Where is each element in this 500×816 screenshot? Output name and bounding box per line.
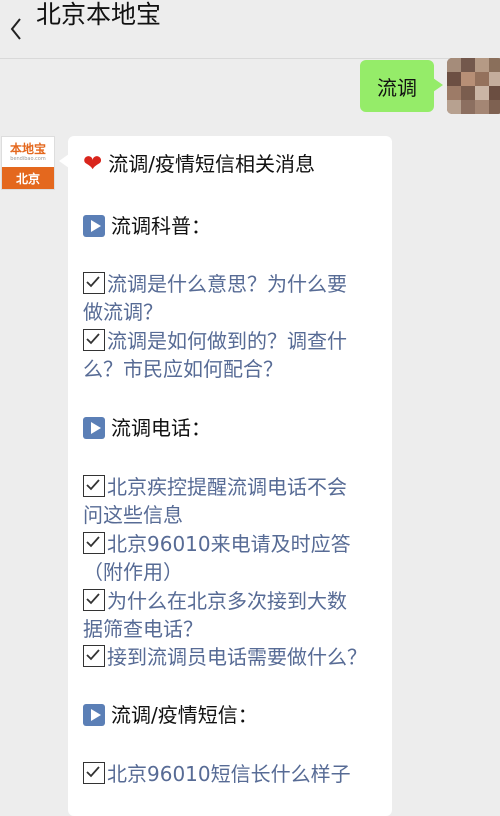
list-item[interactable]: 流调是如何做到的？调查什 [83,327,373,355]
received-message: ❤ 流调/疫情短信相关消息 流调科普： 流调是什么意思？为什么要 做流调？ 流调… [59,136,392,816]
back-button[interactable] [4,14,28,44]
logo-text: 本地宝 [9,141,46,156]
section-heading: 流调电话： [83,414,373,442]
link-text[interactable]: 流调是什么意思？为什么要 [107,272,347,296]
link-text[interactable]: 做流调？ [83,300,163,324]
play-icon [83,417,105,439]
checkbox-icon [83,329,105,351]
list-item-cont[interactable]: 做流调？ [83,298,373,326]
link-text[interactable]: 北京96010来电请及时应答 [107,532,351,556]
checkbox-icon [83,475,105,497]
heart-icon: ❤ [83,151,103,177]
link-text[interactable]: 北京疾控提醒流调电话不会 [107,475,347,499]
list-item[interactable]: 流调是什么意思？为什么要 [83,270,373,298]
play-icon [83,215,105,237]
list-item[interactable]: 北京疾控提醒流调电话不会 [83,473,373,501]
section-heading: 流调/疫情短信： [83,701,373,729]
sent-bubble[interactable]: 流调 [360,60,443,112]
section-heading: 流调科普： [83,212,373,240]
chevron-left-icon [10,18,21,40]
link-text[interactable]: 问这些信息 [83,503,183,527]
link-text[interactable]: 么？市民应如何配合？ [83,357,283,381]
checkbox-icon [83,762,105,784]
checkbox-icon [83,272,105,294]
link-text[interactable]: 接到流调员电话需要做什么？ [107,645,367,669]
link-text[interactable]: 为什么在北京多次接到大数 [107,589,347,613]
list-item-cont[interactable]: 据筛查电话？ [83,615,373,643]
list-item[interactable]: 北京96010短信长什么样子 [83,760,373,788]
logo-top: 本地宝 bendibao.com [2,137,54,167]
chat-header: 北京本地宝 [0,0,500,59]
section-heading-text: 流调电话： [111,416,211,440]
section-heading-text: 流调/疫情短信： [111,703,258,727]
link-text[interactable]: （附作用） [83,560,183,584]
list-item[interactable]: 接到流调员电话需要做什么？ [83,643,373,671]
checkbox-icon [83,589,105,611]
link-text[interactable]: 据筛查电话？ [83,617,203,641]
link-text[interactable]: 北京96010短信长什么样子 [107,762,351,786]
checkbox-icon [83,532,105,554]
play-icon [83,704,105,726]
list-item-cont[interactable]: （附作用） [83,558,373,586]
list-item-cont[interactable]: 问这些信息 [83,501,373,529]
link-text[interactable]: 流调是如何做到的？调查什 [107,329,347,353]
sender-avatar[interactable]: 本地宝 bendibao.com 北京 [1,136,55,190]
list-item-cont[interactable]: 么？市民应如何配合？ [83,355,373,383]
message-title: ❤ 流调/疫情短信相关消息 [83,150,373,178]
user-avatar[interactable] [447,58,500,114]
list-item[interactable]: 为什么在北京多次接到大数 [83,587,373,615]
list-item[interactable]: 北京96010来电请及时应答 [83,530,373,558]
logo-url: bendibao.com [10,155,46,162]
checkbox-icon [83,645,105,667]
message-title-text: 流调/疫情短信相关消息 [108,152,316,176]
chat-title: 北京本地宝 [36,0,162,29]
logo-city: 北京 [2,167,54,189]
section-heading-text: 流调科普： [111,214,211,238]
